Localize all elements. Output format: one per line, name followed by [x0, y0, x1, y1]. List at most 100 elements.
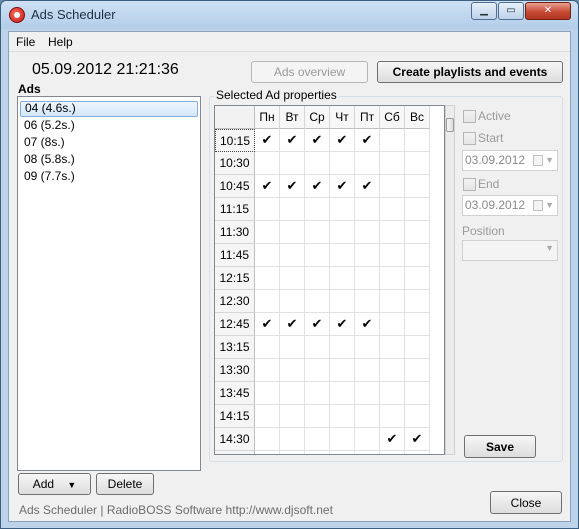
schedule-cell[interactable]: [405, 451, 430, 454]
time-slot-label[interactable]: 12:30: [215, 290, 255, 313]
time-slot-label[interactable]: 11:15: [215, 198, 255, 221]
schedule-grid[interactable]: Пн Вт Ср Чт Пт Сб Вс 10:15 ✔ ✔ ✔ ✔ ✔ 10:30 10:45 ✔ ✔ ✔ ✔ ✔ 1…: [214, 105, 445, 455]
create-playlists-button[interactable]: Create playlists and events: [377, 61, 563, 83]
menu-file[interactable]: File: [13, 34, 38, 50]
schedule-cell[interactable]: [255, 152, 280, 175]
schedule-cell-checked[interactable]: ✔: [255, 313, 280, 336]
schedule-cell[interactable]: [330, 221, 355, 244]
menu-help[interactable]: Help: [45, 34, 76, 50]
ads-overview-button[interactable]: Ads overview: [251, 61, 368, 83]
schedule-cell[interactable]: [305, 382, 330, 405]
schedule-cell[interactable]: [255, 244, 280, 267]
schedule-cell-checked[interactable]: ✔: [405, 428, 430, 451]
schedule-cell[interactable]: [380, 198, 405, 221]
schedule-cell[interactable]: [380, 451, 405, 454]
end-date-picker[interactable]: 03.09.2012 ▼: [462, 195, 558, 216]
time-slot-label[interactable]: 11:45: [215, 244, 255, 267]
schedule-cell[interactable]: [405, 405, 430, 428]
schedule-cell[interactable]: [280, 221, 305, 244]
schedule-cell[interactable]: [305, 244, 330, 267]
schedule-cell-checked[interactable]: ✔: [280, 313, 305, 336]
schedule-cell[interactable]: [355, 244, 380, 267]
schedule-cell[interactable]: [255, 382, 280, 405]
schedule-cell-checked[interactable]: ✔: [280, 175, 305, 198]
schedule-cell[interactable]: [255, 405, 280, 428]
schedule-cell[interactable]: [380, 267, 405, 290]
schedule-cell[interactable]: [255, 336, 280, 359]
schedule-cell[interactable]: [305, 451, 330, 454]
schedule-cell[interactable]: [380, 221, 405, 244]
schedule-cell[interactable]: [380, 359, 405, 382]
time-slot-label[interactable]: 14:45: [215, 451, 255, 454]
title-bar[interactable]: Ads Scheduler ▁ ▭ ✕: [1, 1, 578, 29]
schedule-cell[interactable]: [405, 152, 430, 175]
active-checkbox[interactable]: [463, 110, 476, 123]
schedule-cell[interactable]: [305, 359, 330, 382]
schedule-cell[interactable]: [255, 198, 280, 221]
schedule-cell[interactable]: [255, 451, 280, 454]
schedule-cell[interactable]: [280, 336, 305, 359]
minimize-button[interactable]: ▁: [471, 2, 497, 20]
schedule-cell[interactable]: [305, 198, 330, 221]
schedule-cell-checked[interactable]: ✔: [255, 175, 280, 198]
schedule-cell[interactable]: [355, 428, 380, 451]
ads-list-item[interactable]: 07 (8s.): [20, 135, 198, 151]
add-button[interactable]: Add ▼: [18, 473, 91, 495]
schedule-cell[interactable]: [405, 221, 430, 244]
schedule-cell[interactable]: [355, 336, 380, 359]
schedule-cell[interactable]: [380, 405, 405, 428]
schedule-cell[interactable]: [330, 405, 355, 428]
position-select[interactable]: ▼: [462, 240, 558, 261]
schedule-cell[interactable]: [330, 336, 355, 359]
schedule-cell[interactable]: [305, 221, 330, 244]
schedule-cell[interactable]: [280, 382, 305, 405]
schedule-cell[interactable]: [355, 267, 380, 290]
ads-list-item[interactable]: 06 (5.2s.): [20, 118, 198, 134]
schedule-scrollbar[interactable]: [445, 105, 455, 455]
schedule-cell[interactable]: [405, 129, 430, 152]
schedule-cell[interactable]: [355, 221, 380, 244]
schedule-cell[interactable]: [305, 405, 330, 428]
schedule-cell[interactable]: [330, 428, 355, 451]
schedule-cell-checked[interactable]: ✔: [255, 129, 280, 152]
schedule-cell[interactable]: [405, 175, 430, 198]
schedule-cell[interactable]: [355, 290, 380, 313]
ads-list-item[interactable]: 08 (5.8s.): [20, 152, 198, 168]
time-slot-label[interactable]: 11:30: [215, 221, 255, 244]
schedule-cell-checked[interactable]: ✔: [330, 313, 355, 336]
schedule-cell[interactable]: [305, 152, 330, 175]
schedule-cell[interactable]: [380, 175, 405, 198]
schedule-cell[interactable]: [405, 313, 430, 336]
schedule-cell[interactable]: [405, 198, 430, 221]
ads-list[interactable]: 04 (4.6s.) 06 (5.2s.) 07 (8s.) 08 (5.8s.…: [17, 96, 201, 471]
schedule-cell[interactable]: [355, 382, 380, 405]
schedule-cell[interactable]: [330, 198, 355, 221]
time-slot-label[interactable]: 10:15: [215, 129, 255, 152]
schedule-cell[interactable]: [380, 382, 405, 405]
delete-button[interactable]: Delete: [96, 473, 154, 495]
time-slot-label[interactable]: 14:30: [215, 428, 255, 451]
schedule-cell[interactable]: [305, 336, 330, 359]
schedule-cell[interactable]: [280, 359, 305, 382]
start-date-picker[interactable]: 03.09.2012 ▼: [462, 150, 558, 171]
schedule-cell-checked[interactable]: ✔: [355, 175, 380, 198]
schedule-cell-checked[interactable]: ✔: [330, 175, 355, 198]
schedule-cell[interactable]: [255, 267, 280, 290]
schedule-cell-checked[interactable]: ✔: [305, 129, 330, 152]
schedule-cell[interactable]: [305, 428, 330, 451]
ads-list-item[interactable]: 09 (7.7s.): [20, 169, 198, 185]
maximize-button[interactable]: ▭: [498, 2, 524, 20]
time-slot-label[interactable]: 10:45: [215, 175, 255, 198]
start-checkbox[interactable]: [463, 132, 476, 145]
schedule-cell-checked[interactable]: ✔: [305, 313, 330, 336]
schedule-cell[interactable]: [305, 267, 330, 290]
schedule-cell[interactable]: [355, 198, 380, 221]
schedule-cell[interactable]: [405, 290, 430, 313]
schedule-cell[interactable]: [280, 405, 305, 428]
schedule-cell[interactable]: [255, 290, 280, 313]
time-slot-label[interactable]: 13:15: [215, 336, 255, 359]
schedule-cell[interactable]: [355, 359, 380, 382]
schedule-cell[interactable]: [405, 382, 430, 405]
schedule-cell[interactable]: [305, 290, 330, 313]
schedule-cell[interactable]: [405, 336, 430, 359]
